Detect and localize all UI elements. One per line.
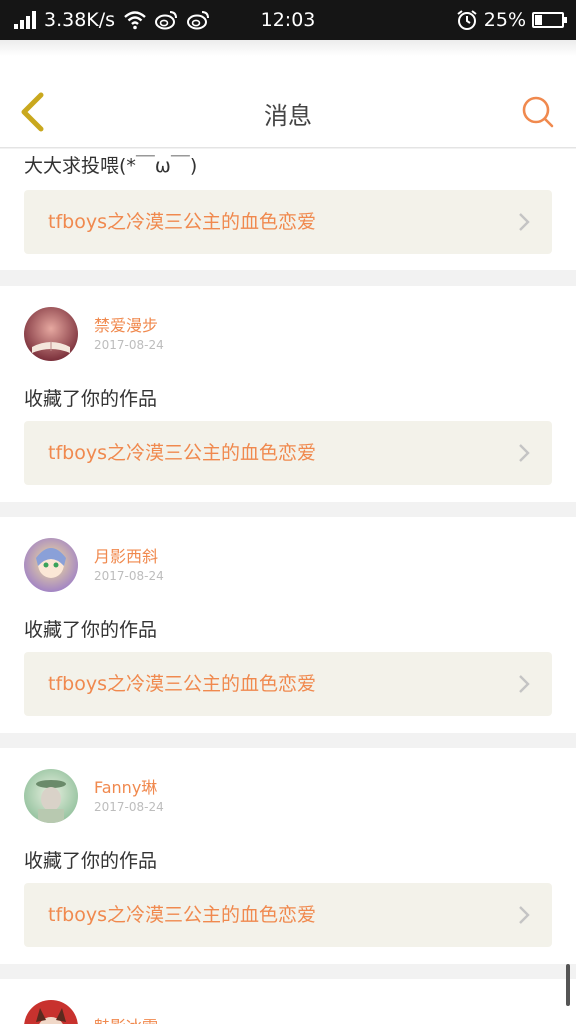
- search-button[interactable]: [518, 92, 558, 132]
- user-meta: 魅影冰霜: [94, 1016, 158, 1024]
- avatar[interactable]: [24, 307, 78, 361]
- username[interactable]: 魅影冰霜: [94, 1016, 158, 1024]
- work-link[interactable]: tfboys之冷漠三公主的血色恋爱: [24, 190, 552, 254]
- battery-percent: 25%: [483, 9, 526, 31]
- battery-fill: [535, 15, 542, 25]
- work-title: tfboys之冷漠三公主的血色恋爱: [48, 211, 316, 233]
- message-text: 收藏了你的作品: [24, 850, 158, 872]
- avatar[interactable]: [24, 769, 78, 823]
- scrollbar[interactable]: [566, 964, 570, 1006]
- status-bar: 3.38K/s 12:03 25%: [0, 0, 576, 40]
- message-date: 2017-08-24: [94, 800, 164, 814]
- status-right: 25%: [456, 6, 567, 34]
- message-card: 大大求投喂(*￣ω￣) tfboys之冷漠三公主的血色恋爱: [0, 149, 576, 270]
- work-title: tfboys之冷漠三公主的血色恋爱: [48, 442, 316, 464]
- message-card: 魅影冰霜: [0, 979, 576, 1024]
- username[interactable]: 禁爱漫步: [94, 315, 164, 337]
- chevron-right-icon: [519, 675, 530, 693]
- user-meta: Fanny琳 2017-08-24: [94, 777, 164, 815]
- user-meta: 月影西斜 2017-08-24: [94, 546, 164, 584]
- chevron-right-icon: [519, 213, 530, 231]
- message-text: 收藏了你的作品: [24, 388, 158, 410]
- avatar[interactable]: [24, 538, 78, 592]
- message-card: 禁爱漫步 2017-08-24 收藏了你的作品 tfboys之冷漠三公主的血色恋…: [0, 286, 576, 502]
- work-link[interactable]: tfboys之冷漠三公主的血色恋爱: [24, 652, 552, 716]
- message-text: 收藏了你的作品: [24, 619, 158, 641]
- work-link[interactable]: tfboys之冷漠三公主的血色恋爱: [24, 421, 552, 485]
- user-meta: 禁爱漫步 2017-08-24: [94, 315, 164, 353]
- app-header: 消息: [0, 40, 576, 148]
- message-card: 月影西斜 2017-08-24 收藏了你的作品 tfboys之冷漠三公主的血色恋…: [0, 517, 576, 733]
- message-card: Fanny琳 2017-08-24 收藏了你的作品 tfboys之冷漠三公主的血…: [0, 748, 576, 964]
- message-feed[interactable]: 大大求投喂(*￣ω￣) tfboys之冷漠三公主的血色恋爱 禁爱漫步 2017-…: [0, 149, 576, 1024]
- work-title: tfboys之冷漠三公主的血色恋爱: [48, 904, 316, 926]
- message-date: 2017-08-24: [94, 569, 164, 583]
- message-date: 2017-08-24: [94, 338, 164, 352]
- avatar[interactable]: [24, 1000, 78, 1024]
- username[interactable]: 月影西斜: [94, 546, 164, 568]
- work-title: tfboys之冷漠三公主的血色恋爱: [48, 673, 316, 695]
- battery-icon: [532, 12, 567, 28]
- search-icon: [522, 96, 554, 128]
- alarm-icon: [457, 10, 477, 30]
- user-row[interactable]: 禁爱漫步 2017-08-24: [24, 306, 164, 362]
- chevron-right-icon: [519, 444, 530, 462]
- chevron-right-icon: [519, 906, 530, 924]
- page-title: 消息: [264, 102, 312, 130]
- user-row[interactable]: 月影西斜 2017-08-24: [24, 537, 164, 593]
- work-link[interactable]: tfboys之冷漠三公主的血色恋爱: [24, 883, 552, 947]
- user-row[interactable]: 魅影冰霜: [24, 999, 158, 1024]
- username[interactable]: Fanny琳: [94, 777, 164, 799]
- message-text: 大大求投喂(*￣ω￣): [24, 155, 198, 177]
- header-divider: [0, 40, 576, 56]
- user-row[interactable]: Fanny琳 2017-08-24: [24, 768, 164, 824]
